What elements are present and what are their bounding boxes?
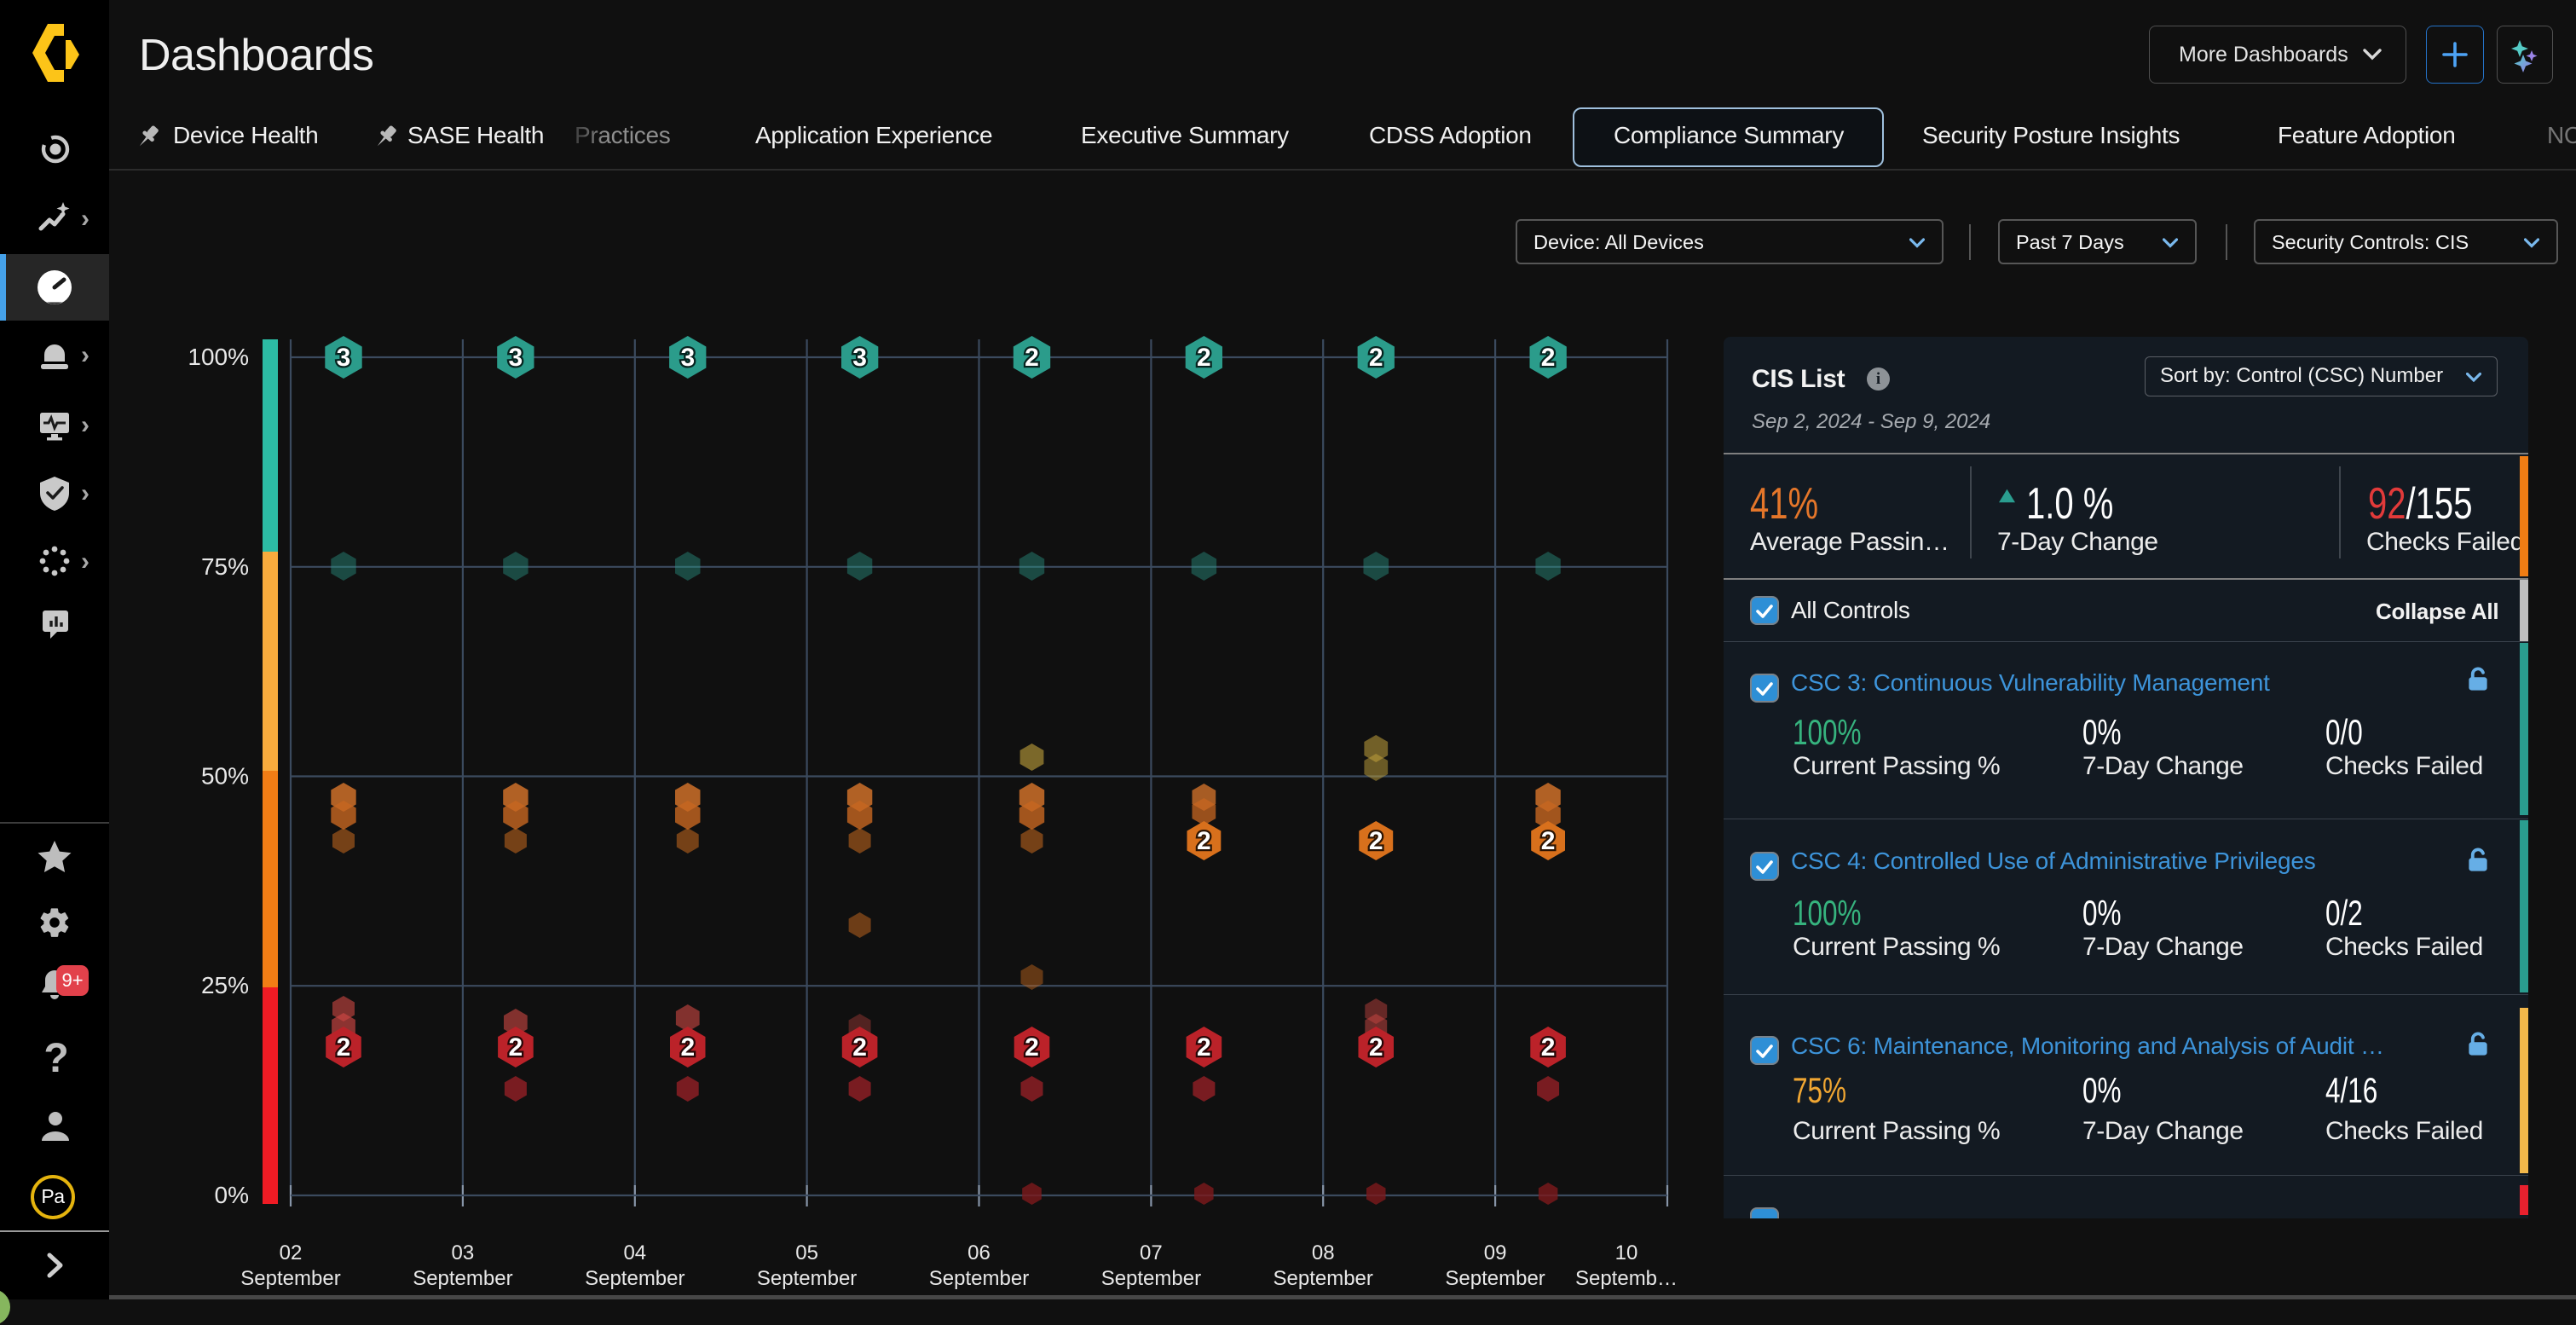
svg-text:3: 3 <box>337 344 351 372</box>
svg-text:2: 2 <box>1541 827 1556 855</box>
svg-text:2: 2 <box>1025 1033 1039 1062</box>
svg-text:September: September <box>1445 1267 1545 1290</box>
svg-text:September: September <box>1273 1267 1372 1290</box>
svg-text:06: 06 <box>967 1241 991 1264</box>
svg-text:2: 2 <box>1369 1033 1383 1062</box>
svg-text:September: September <box>585 1267 684 1290</box>
svg-text:2: 2 <box>509 1033 523 1062</box>
svg-text:3: 3 <box>509 344 523 372</box>
svg-text:2: 2 <box>1541 344 1556 372</box>
svg-text:25%: 25% <box>201 972 249 998</box>
svg-text:2: 2 <box>1025 344 1039 372</box>
svg-text:08: 08 <box>1312 1241 1335 1264</box>
svg-text:2: 2 <box>1197 344 1211 372</box>
svg-text:100%: 100% <box>188 344 249 370</box>
svg-text:09: 09 <box>1484 1241 1507 1264</box>
svg-text:05: 05 <box>795 1241 818 1264</box>
svg-text:2: 2 <box>1369 827 1383 855</box>
svg-text:2: 2 <box>337 1033 351 1062</box>
svg-text:2: 2 <box>1197 1033 1211 1062</box>
svg-text:50%: 50% <box>201 763 249 790</box>
svg-text:September: September <box>757 1267 857 1290</box>
svg-text:75%: 75% <box>201 553 249 580</box>
svg-text:September: September <box>1101 1267 1201 1290</box>
svg-text:September: September <box>929 1267 1029 1290</box>
svg-text:Septemb…: Septemb… <box>1575 1267 1678 1290</box>
svg-text:02: 02 <box>280 1241 303 1264</box>
svg-text:10: 10 <box>1615 1241 1638 1264</box>
svg-text:3: 3 <box>852 344 867 372</box>
svg-text:3: 3 <box>680 344 695 372</box>
svg-text:0%: 0% <box>215 1182 249 1208</box>
svg-text:2: 2 <box>1197 827 1211 855</box>
svg-text:2: 2 <box>1369 344 1383 372</box>
svg-text:2: 2 <box>1541 1033 1556 1062</box>
svg-text:07: 07 <box>1140 1241 1163 1264</box>
svg-text:03: 03 <box>452 1241 475 1264</box>
svg-text:September: September <box>240 1267 340 1290</box>
svg-text:September: September <box>413 1267 512 1290</box>
svg-text:2: 2 <box>852 1033 867 1062</box>
svg-text:04: 04 <box>623 1241 646 1264</box>
svg-text:2: 2 <box>680 1033 695 1062</box>
